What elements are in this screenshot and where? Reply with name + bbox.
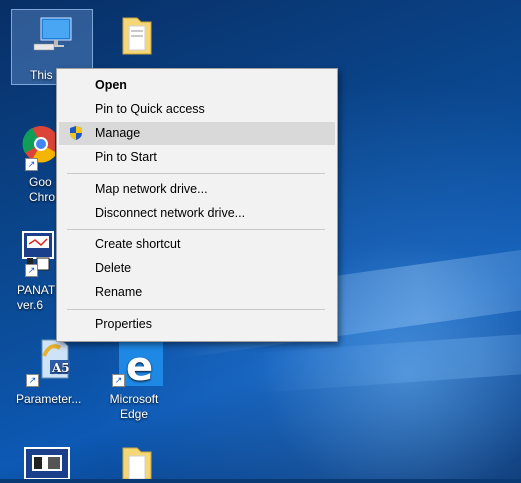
folder-icon bbox=[122, 17, 152, 55]
computer-icon bbox=[33, 17, 72, 51]
menu-item-label: Create shortcut bbox=[95, 237, 181, 251]
menu-separator bbox=[67, 229, 325, 230]
menu-item-label: Properties bbox=[95, 317, 152, 331]
folder-icon bbox=[122, 447, 152, 480]
menu-item-label: Rename bbox=[95, 285, 143, 299]
menu-item-disconnect-network-drive[interactable]: Disconnect network drive... bbox=[59, 202, 335, 225]
menu-separator bbox=[67, 309, 325, 310]
shield-icon bbox=[70, 126, 82, 140]
desktop-icon-panat[interactable]: ↗ PANAT ver.6 bbox=[11, 228, 55, 318]
menu-item-label: Pin to Start bbox=[95, 150, 157, 164]
menu-item-rename[interactable]: Rename bbox=[59, 281, 335, 304]
menu-item-label: Disconnect network drive... bbox=[95, 206, 246, 220]
shortcut-arrow-icon: ↗ bbox=[26, 374, 39, 387]
desktop-icon-chrome[interactable]: ↗ Goo Chro bbox=[11, 118, 59, 208]
shortcut-arrow-icon: ↗ bbox=[25, 264, 38, 277]
menu-item-label: Manage bbox=[95, 126, 141, 140]
app-icon bbox=[24, 447, 70, 480]
desktop-icon-label: This bbox=[30, 68, 53, 82]
shortcut-arrow-icon: ↗ bbox=[25, 158, 38, 171]
desktop-icon-folder[interactable] bbox=[100, 444, 174, 480]
menu-item-pin-to-quick-access[interactable]: Pin to Quick access bbox=[59, 98, 335, 121]
desktop-icon-app[interactable] bbox=[24, 446, 74, 480]
menu-item-pin-to-start[interactable]: Pin to Start bbox=[59, 146, 335, 169]
menu-item-label: Delete bbox=[95, 261, 132, 275]
svg-text:A5: A5 bbox=[51, 361, 70, 375]
menu-item-map-network-drive[interactable]: Map network drive... bbox=[59, 178, 335, 201]
desktop-icon-label: PANAT ver.6 bbox=[17, 283, 56, 312]
menu-item-open[interactable]: Open bbox=[59, 74, 335, 97]
menu-separator bbox=[67, 173, 325, 174]
shortcut-arrow-icon: ↗ bbox=[112, 374, 125, 387]
svg-text:e: e bbox=[126, 344, 153, 388]
desktop-icon-label: Goo Chro bbox=[29, 175, 56, 204]
desktop-icon-edge[interactable]: e ↗ Microsoft Edge bbox=[100, 340, 174, 430]
menu-item-delete[interactable]: Delete bbox=[59, 257, 335, 280]
desktop-icon-folder[interactable] bbox=[100, 12, 174, 72]
menu-item-label: Pin to Quick access bbox=[95, 102, 205, 116]
context-menu: Open Pin to Quick access Manage Pin to S… bbox=[56, 68, 338, 342]
desktop-icon-label: Microsoft Edge bbox=[109, 392, 159, 421]
menu-item-create-shortcut[interactable]: Create shortcut bbox=[59, 233, 335, 256]
desktop-icon-parameter[interactable]: A5 ↗ Parameter... bbox=[12, 336, 92, 412]
menu-item-manage[interactable]: Manage bbox=[59, 122, 335, 145]
menu-item-properties[interactable]: Properties bbox=[59, 313, 335, 336]
menu-item-label: Open bbox=[95, 78, 127, 92]
desktop-icon-label: Parameter... bbox=[16, 392, 82, 406]
menu-item-label: Map network drive... bbox=[95, 182, 208, 196]
